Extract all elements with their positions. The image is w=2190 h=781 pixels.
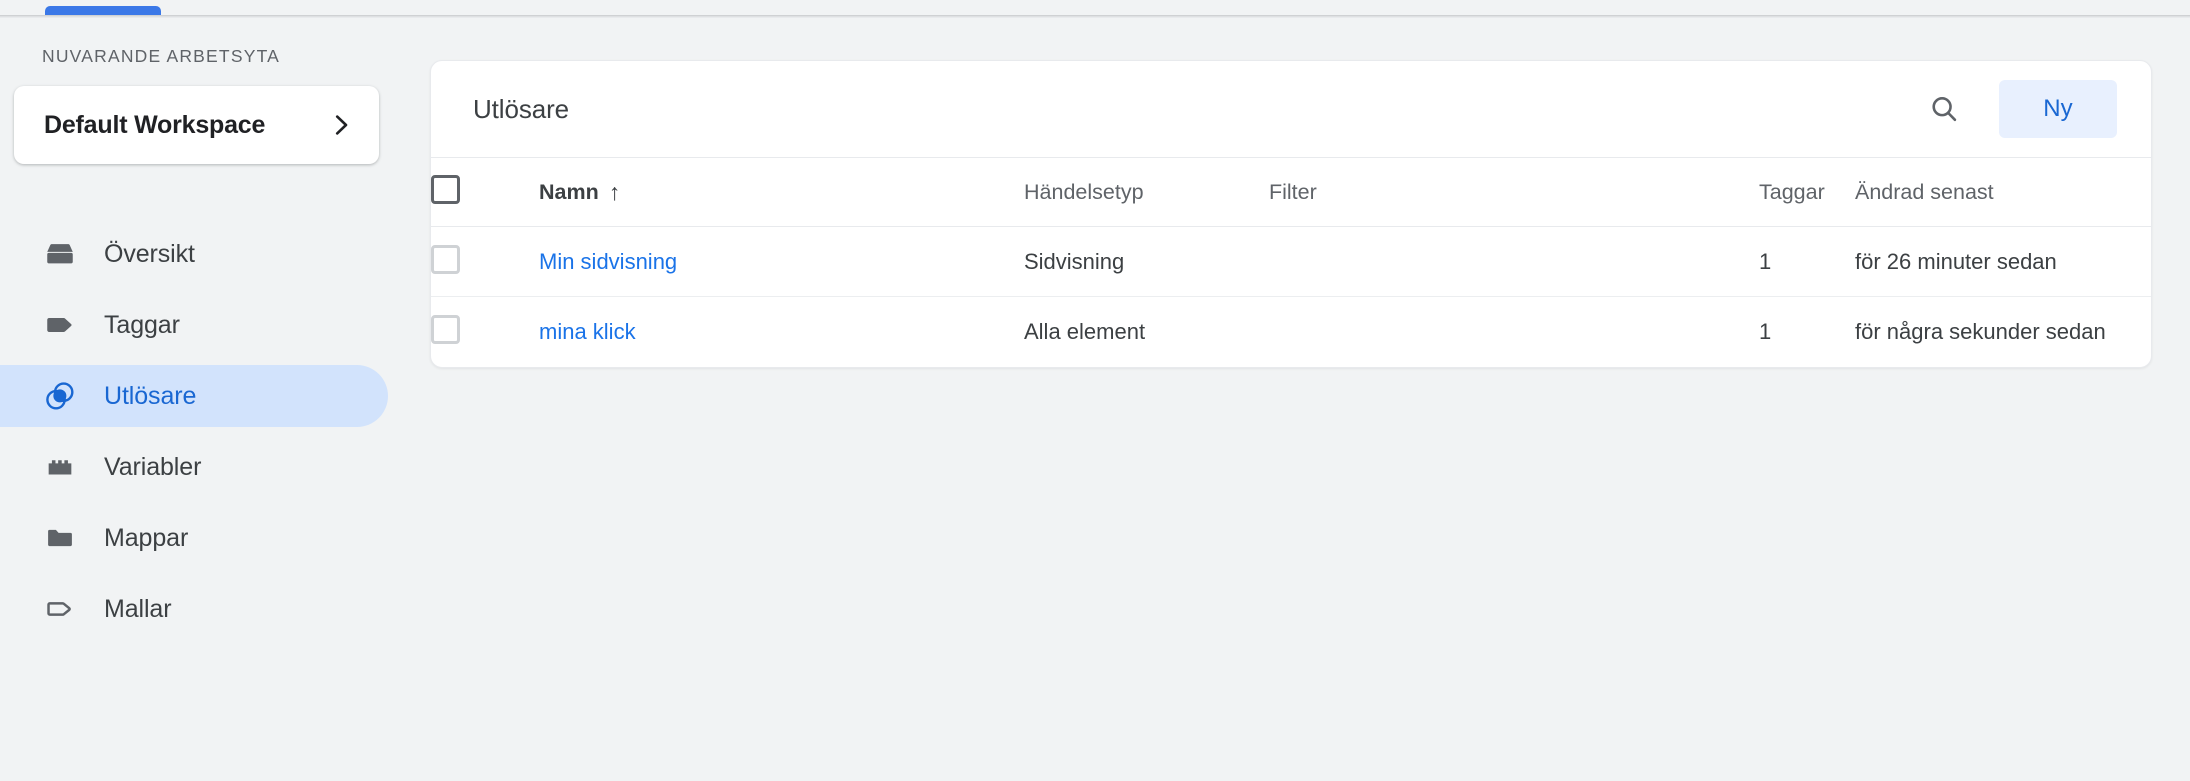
column-header-modified[interactable]: Ändrad senast [1855, 158, 2152, 227]
table-row[interactable]: mina klick Alla element 1 för några seku… [431, 297, 2152, 367]
sort-ascending-icon: ↑ [609, 181, 621, 204]
cell-name: mina klick [539, 297, 1024, 367]
sidebar-item-label: Mappar [104, 524, 188, 553]
table-header-row: Namn ↑ Händelsetyp Filter Taggar Ändrad … [431, 158, 2152, 227]
sidebar-item-utlosare[interactable]: Utlösare [0, 365, 388, 427]
sidebar-item-label: Utlösare [104, 382, 196, 411]
table-row[interactable]: Min sidvisning Sidvisning 1 för 26 minut… [431, 227, 2152, 297]
column-header-filter[interactable]: Filter [1269, 158, 1759, 227]
sidebar-item-variabler[interactable]: Variabler [0, 436, 388, 498]
cell-filter [1269, 297, 1759, 367]
cell-tags: 1 [1759, 227, 1855, 297]
tag-icon [43, 308, 77, 342]
brick-icon [43, 450, 77, 484]
cell-event-type: Alla element [1024, 297, 1269, 367]
page-title: Utlösare [473, 94, 1913, 125]
select-all-cell [431, 158, 539, 227]
sidebar-item-label: Översikt [104, 240, 195, 269]
overview-box-icon [43, 237, 77, 271]
trigger-name-link[interactable]: Min sidvisning [539, 249, 677, 274]
search-icon [1928, 93, 1960, 125]
panel-header: Utlösare Ny [431, 61, 2151, 157]
chevron-right-icon [329, 113, 353, 137]
workspace-name: Default Workspace [44, 111, 265, 140]
column-header-name[interactable]: Namn ↑ [539, 158, 1024, 227]
sidebar-item-label: Variabler [104, 453, 201, 482]
new-trigger-button[interactable]: Ny [1999, 80, 2117, 138]
trigger-name-link[interactable]: mina klick [539, 319, 636, 344]
select-all-checkbox[interactable] [431, 175, 460, 204]
top-strip [0, 0, 2190, 18]
folder-icon [43, 521, 77, 555]
column-header-label: Filter [1269, 180, 1317, 204]
column-header-event-type[interactable]: Händelsetyp [1024, 158, 1269, 227]
cell-tags: 1 [1759, 297, 1855, 367]
triggers-panel: Utlösare Ny Namn [430, 60, 2152, 368]
sidebar-item-taggar[interactable]: Taggar [0, 294, 388, 356]
cell-modified: för några sekunder sedan [1855, 297, 2152, 367]
template-tag-outline-icon [43, 592, 77, 626]
current-workspace-label: NUVARANDE ARBETSYTA [42, 46, 280, 67]
column-header-label: Taggar [1759, 180, 1825, 204]
search-button[interactable] [1913, 78, 1975, 140]
row-select-cell [431, 227, 539, 297]
sidebar: NUVARANDE ARBETSYTA Default Workspace Öv… [0, 18, 390, 781]
cell-modified: för 26 minuter sedan [1855, 227, 2152, 297]
sidebar-item-mallar[interactable]: Mallar [0, 578, 388, 640]
row-checkbox[interactable] [431, 315, 460, 344]
sidebar-item-label: Mallar [104, 595, 171, 624]
row-checkbox[interactable] [431, 245, 460, 274]
sidebar-item-label: Taggar [104, 311, 180, 340]
sidebar-item-mappar[interactable]: Mappar [0, 507, 388, 569]
trigger-circles-icon [43, 379, 77, 413]
column-header-tags[interactable]: Taggar [1759, 158, 1855, 227]
sidebar-nav: Översikt Taggar Utlösare [0, 223, 390, 649]
cell-filter [1269, 227, 1759, 297]
row-select-cell [431, 297, 539, 367]
workspace-selector[interactable]: Default Workspace [14, 86, 379, 164]
cell-event-type: Sidvisning [1024, 227, 1269, 297]
column-header-label: Händelsetyp [1024, 180, 1144, 204]
triggers-table: Namn ↑ Händelsetyp Filter Taggar Ändrad … [431, 157, 2152, 367]
sidebar-item-oversikt[interactable]: Översikt [0, 223, 388, 285]
cell-name: Min sidvisning [539, 227, 1024, 297]
column-header-label: Ändrad senast [1855, 180, 1994, 204]
column-header-label: Namn [539, 180, 599, 205]
